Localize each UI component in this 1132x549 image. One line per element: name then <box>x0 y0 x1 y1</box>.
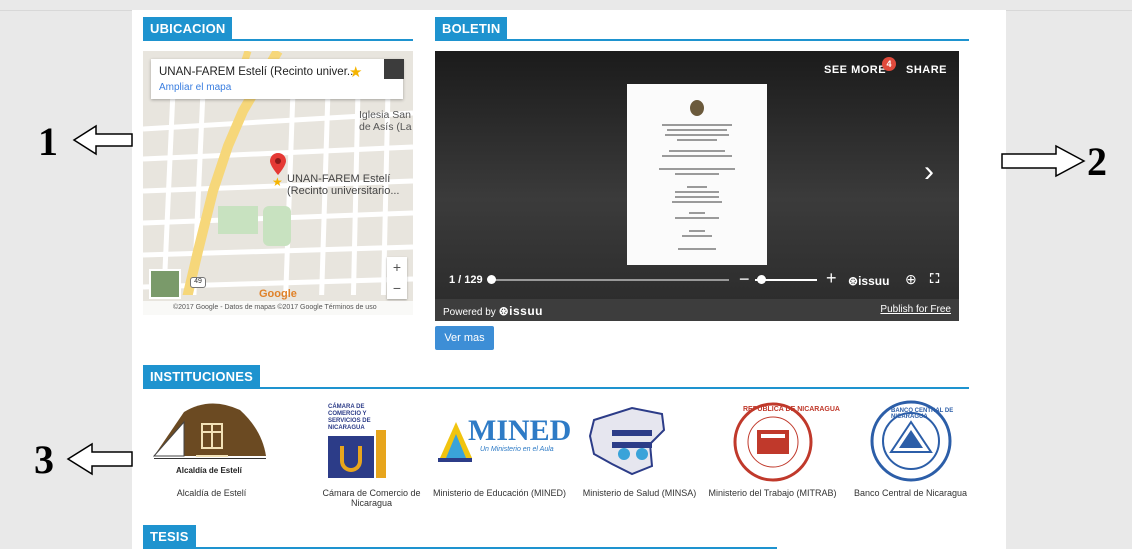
place-title: UNAN-FAREM Estelí (Recinto univer... <box>159 66 357 78</box>
annotation-number: 1 <box>38 119 58 164</box>
alcaldia-logo: Alcaldía de Estelí <box>144 400 279 482</box>
institution-name: Banco Central de Nicaragua <box>853 488 968 498</box>
star-icon: ★ <box>272 175 283 189</box>
institution-minsa[interactable]: Ministerio de Salud (MINSA) <box>572 400 707 498</box>
section-tesis: TESIS <box>143 525 777 549</box>
section-ubicacion: UBICACION <box>143 17 413 41</box>
map-footer[interactable]: ©2017 Google - Datos de mapas ©2017 Goog… <box>143 301 413 315</box>
zoom-in-button[interactable]: + <box>387 257 407 278</box>
church-label: Iglesia San de Asís (La <box>359 109 412 133</box>
section-title: INSTITUCIONES <box>143 365 260 387</box>
place-card: UNAN-FAREM Estelí (Recinto univer... ★ A… <box>151 59 403 99</box>
issuu-logo[interactable]: ⊛issuu <box>848 274 889 288</box>
institution-name: Ministerio de Salud (MINSA) <box>582 488 697 498</box>
share-button[interactable]: SHARE <box>906 64 947 76</box>
institution-name: Alcaldía de Estelí <box>176 488 247 498</box>
zoom-out-button[interactable]: − <box>739 269 750 290</box>
zoom-in-button[interactable]: + <box>826 268 837 289</box>
left-arrow-icon <box>66 442 133 476</box>
page-scrubber-handle[interactable] <box>487 275 496 284</box>
section-instituciones: INSTITUCIONES <box>143 365 969 389</box>
institution-name: Ministerio de Educación (MINED) <box>432 488 567 498</box>
magnify-icon[interactable]: ⊕ <box>905 271 917 288</box>
zoom-slider-handle[interactable] <box>757 275 766 284</box>
institution-mitrab[interactable]: REPUBLICA DE NICARAGUA Ministerio del Tr… <box>705 400 840 498</box>
institution-camara[interactable]: CÁMARA DE COMERCIO Y SERVICIOS DE NICARA… <box>304 400 439 508</box>
institution-mined[interactable]: MINED Un Ministerio en el Aula Ministeri… <box>432 400 571 498</box>
page-scrubber[interactable] <box>491 279 729 281</box>
viewer-footer: Powered by ⊛issuu Publish for Free <box>435 299 959 321</box>
institution-bcn[interactable]: BANCO CENTRAL DE NICARAGUA Banco Central… <box>843 400 978 498</box>
map-zoom-control: + − <box>387 257 407 299</box>
section-title: BOLETIN <box>435 17 508 39</box>
issuu-viewer[interactable]: SEE MORE 4 SHARE › 1 / 129 − + ⊛issuu ⊕ … <box>435 51 959 321</box>
institution-alcaldia[interactable]: Alcaldía de Estelí Alcaldía de Estelí <box>144 400 279 498</box>
section-boletin: BOLETIN <box>435 17 969 41</box>
section-title: UBICACION <box>143 17 233 39</box>
camara-logo: CÁMARA DE COMERCIO Y SERVICIOS DE NICARA… <box>304 400 439 482</box>
ver-mas-button[interactable]: Ver mas <box>435 326 494 350</box>
fullscreen-icon[interactable]: ⛶ <box>930 271 939 287</box>
next-page-icon[interactable]: › <box>924 155 934 189</box>
annotation-number: 2 <box>1087 139 1107 184</box>
road-badge: 49 <box>190 277 206 288</box>
mitrab-logo: REPUBLICA DE NICARAGUA <box>705 400 840 482</box>
see-more-button[interactable]: SEE MORE <box>824 64 886 76</box>
right-arrow-icon <box>1001 144 1086 178</box>
page-indicator: 1 / 129 <box>449 274 483 286</box>
document-page[interactable] <box>627 84 767 265</box>
google-logo: Google <box>259 288 297 300</box>
map-pin-icon[interactable] <box>270 153 286 175</box>
minsa-logo <box>572 400 707 482</box>
publish-link[interactable]: Publish for Free <box>880 304 951 315</box>
powered-by: Powered by ⊛issuu <box>443 304 543 318</box>
viewer-controls: 1 / 129 − + ⊛issuu ⊕ ⛶ <box>435 263 959 299</box>
see-more-badge: 4 <box>882 57 896 71</box>
institution-name: Cámara de Comercio de Nicaragua <box>322 488 421 508</box>
institution-name: Ministerio del Trabajo (MITRAB) <box>708 488 837 498</box>
satellite-toggle[interactable] <box>149 269 181 299</box>
zoom-out-button[interactable]: − <box>387 278 407 299</box>
mined-logo: MINED Un Ministerio en el Aula <box>432 400 571 482</box>
pin-label: UNAN-FAREM Estelí (Recinto universitario… <box>287 173 400 197</box>
section-title: TESIS <box>143 525 196 547</box>
bcn-logo: BANCO CENTRAL DE NICARAGUA <box>843 400 978 482</box>
fullscreen-map-icon[interactable] <box>384 59 404 79</box>
annotation-number: 3 <box>34 437 54 482</box>
university-seal-icon <box>690 100 704 116</box>
star-icon[interactable]: ★ <box>349 63 362 81</box>
left-arrow-icon <box>72 124 133 156</box>
embedded-map[interactable]: UNAN-FAREM Estelí (Recinto univer... ★ A… <box>143 51 413 315</box>
expand-map-link[interactable]: Ampliar el mapa <box>159 82 231 93</box>
